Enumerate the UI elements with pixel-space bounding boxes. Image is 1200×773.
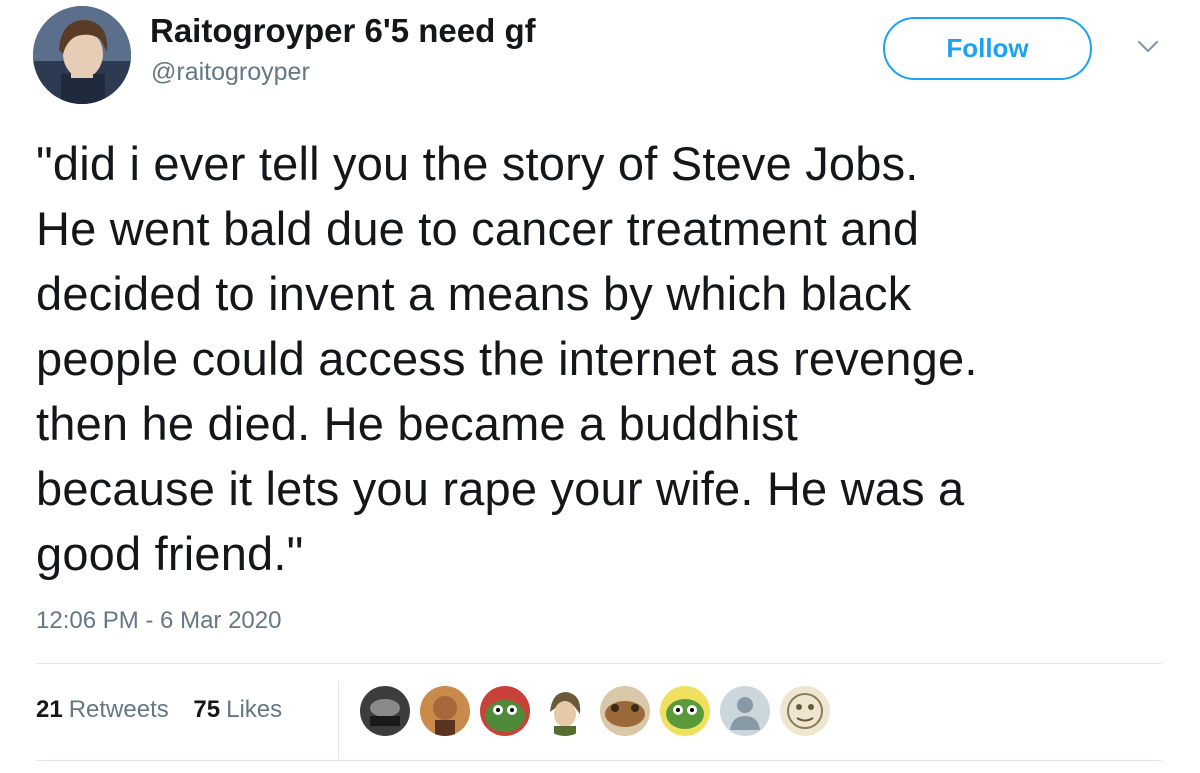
follow-button[interactable]: Follow	[883, 17, 1092, 80]
retweets-count: 21	[36, 696, 63, 723]
profile-avatar[interactable]	[33, 6, 131, 104]
liker-avatar[interactable]	[600, 686, 650, 736]
display-name[interactable]: Raitogroyper 6'5 need gf	[150, 12, 536, 50]
stats-separator	[338, 680, 339, 760]
chevron-down-icon[interactable]	[1136, 38, 1160, 56]
retweets-stat[interactable]: 21 Retweets	[36, 696, 169, 724]
user-handle[interactable]: @raitogroyper	[151, 58, 310, 87]
tweet-text: "did i ever tell you the story of Steve …	[36, 137, 978, 580]
likes-label: Likes	[226, 696, 283, 723]
divider	[36, 663, 1162, 664]
tweet-stats: 21 Retweets 75 Likes	[36, 696, 300, 724]
avatar-image	[33, 6, 131, 104]
retweets-label: Retweets	[68, 696, 169, 723]
liker-avatar[interactable]	[660, 686, 710, 736]
divider	[36, 760, 1162, 761]
tweet-card: Raitogroyper 6'5 need gf @raitogroyper F…	[0, 0, 1200, 773]
likes-stat[interactable]: 75 Likes	[193, 696, 282, 724]
liker-avatars	[360, 686, 840, 736]
liker-avatar[interactable]	[420, 686, 470, 736]
liker-avatar[interactable]	[360, 686, 410, 736]
likes-count: 75	[193, 696, 221, 723]
tweet-timestamp[interactable]: 12:06 PM - 6 Mar 2020	[36, 607, 281, 635]
liker-avatar[interactable]	[540, 686, 590, 736]
liker-avatar[interactable]	[720, 686, 770, 736]
liker-avatar[interactable]	[480, 686, 530, 736]
liker-avatar[interactable]	[780, 686, 830, 736]
